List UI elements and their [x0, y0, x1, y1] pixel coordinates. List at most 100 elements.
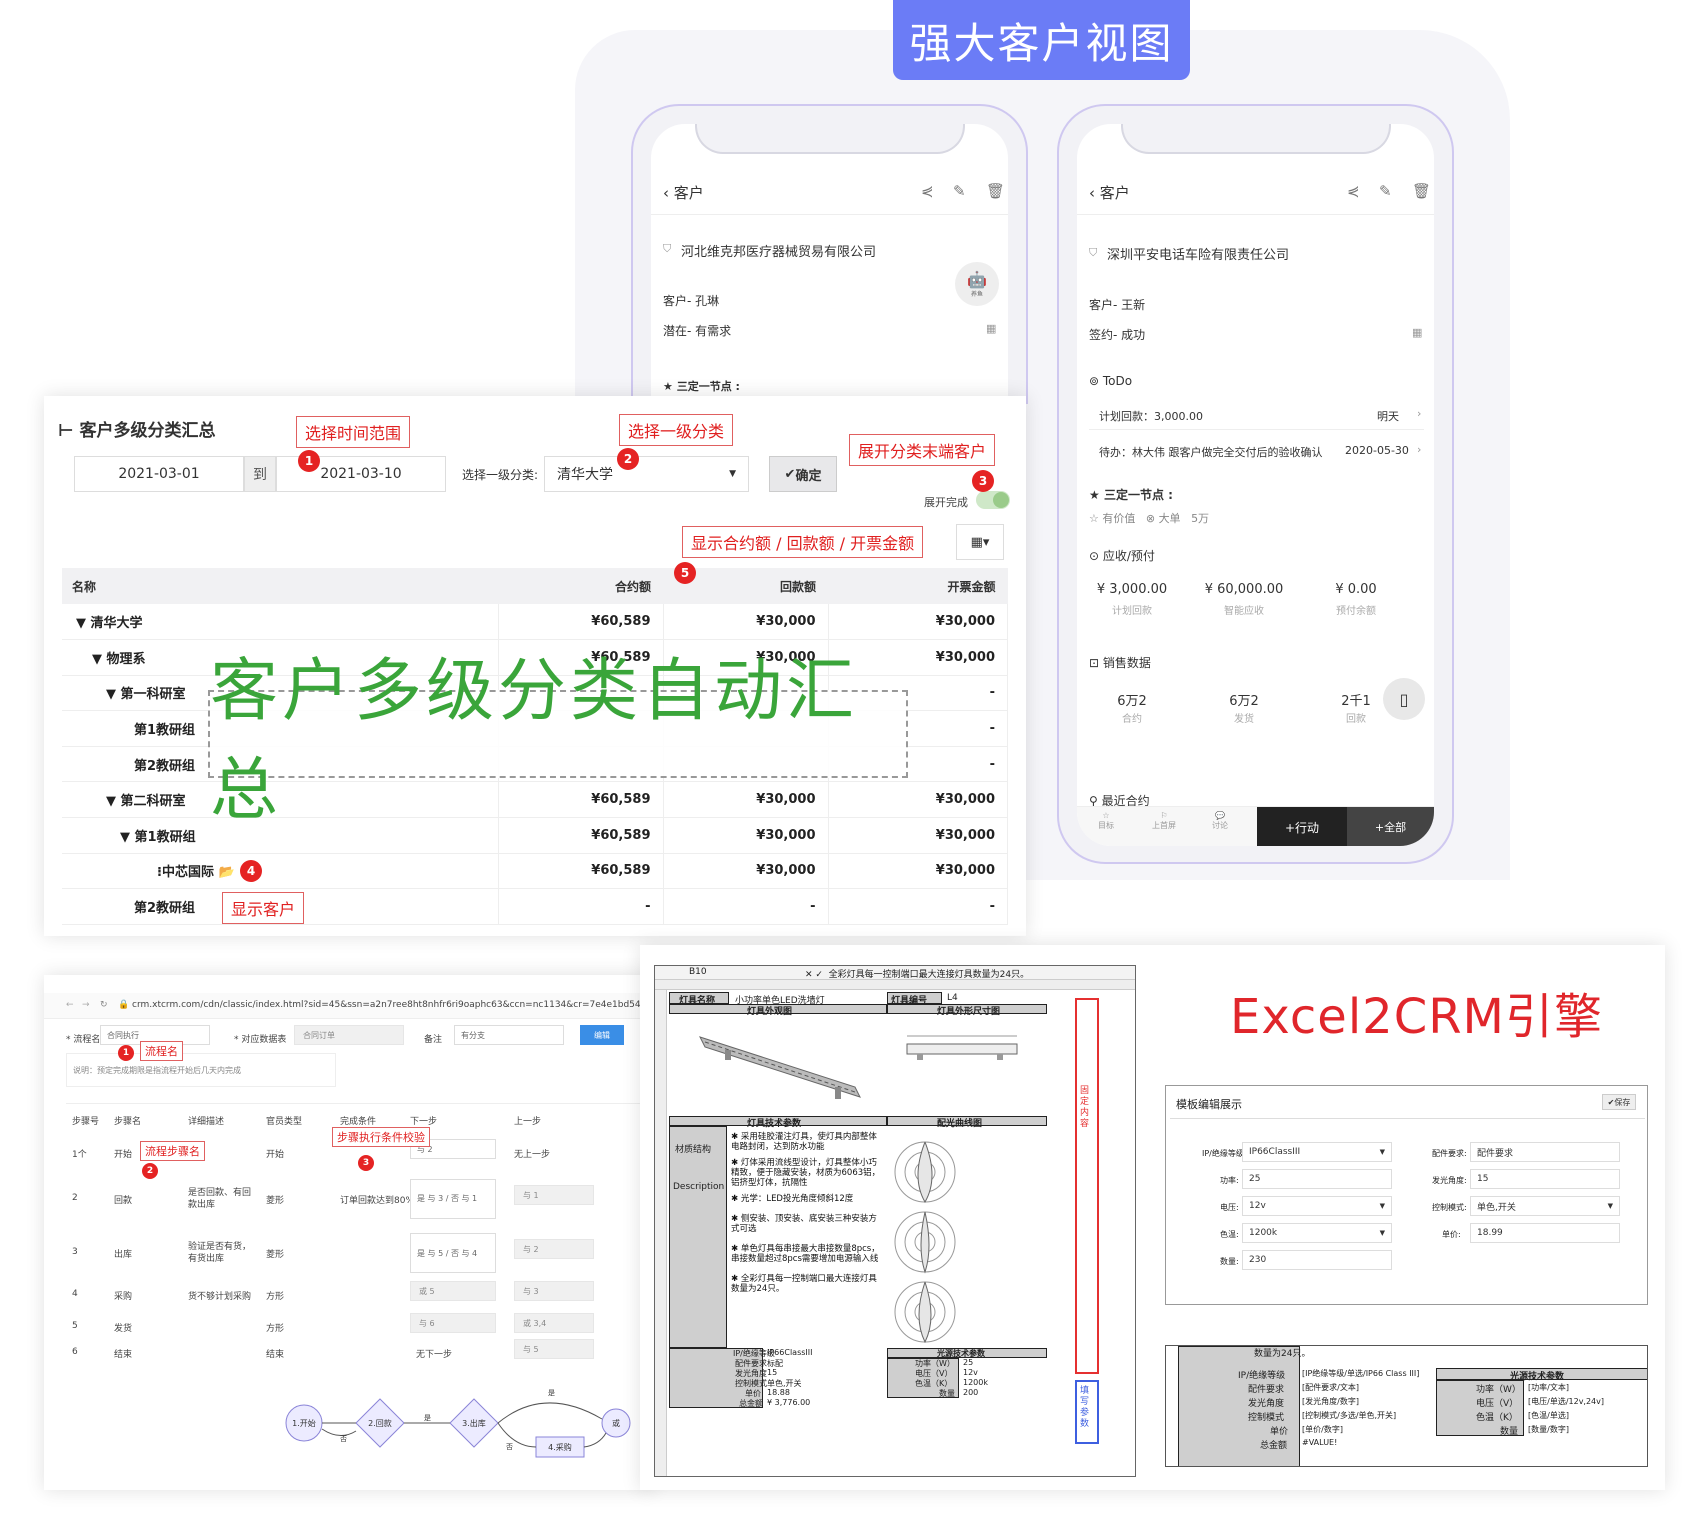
form-label: 色温:	[1220, 1230, 1239, 1239]
ip-select[interactable]: IP66ClassIII ▼	[1242, 1142, 1392, 1162]
confirm-button[interactable]: ✔ 确定	[769, 456, 837, 492]
back-button[interactable]: ‹ 客户	[663, 182, 704, 203]
category-select[interactable]: 清华大学 ▼	[544, 456, 749, 492]
prev-step-select[interactable]: 与 2	[514, 1239, 594, 1259]
callout-time-range: 选择时间范围	[296, 416, 411, 448]
callout-number: 2	[617, 448, 639, 470]
next-step-select[interactable]: 与 6	[410, 1313, 496, 1333]
workflow-panel: ← → ↻ 🔒 crm.xtcrm.com/cdn/classic/index.…	[44, 975, 654, 1490]
stat-value: 6万2	[1229, 694, 1259, 709]
column-header: 开票金额	[828, 568, 1008, 604]
dimension-drawing	[906, 1035, 1018, 1060]
step-name: 回款	[114, 1196, 133, 1206]
sheet-key: 电压（V）	[1476, 1399, 1519, 1409]
forward-arrow-icon[interactable]: →	[82, 1000, 90, 1010]
step-type: 菱形	[266, 1250, 285, 1260]
todo-title: ⊚ ToDo	[1089, 374, 1133, 388]
sheet-value: #VALUE!	[1302, 1438, 1338, 1447]
grid-icon[interactable]: ▦	[1412, 326, 1422, 339]
date-from-input[interactable]: 2021-03-01	[74, 456, 244, 492]
step-type: 菱形	[266, 1196, 285, 1206]
edit-icon[interactable]: ✎	[1379, 182, 1392, 200]
prev-step-select[interactable]: 与 3	[514, 1281, 594, 1301]
prev-step-select[interactable]: 或 3,4	[514, 1313, 594, 1333]
param-value: 1200k	[963, 1378, 988, 1387]
template-sheet: 数量为24只。 光源技术参数 IP/绝缘等级 [IP绝缘等级/单选/IP66 C…	[1165, 1345, 1648, 1467]
folder-icon[interactable]: 📂	[219, 865, 235, 880]
tab-discuss[interactable]: 💬 讨论	[1205, 811, 1235, 831]
table-select[interactable]: 合同订单	[294, 1025, 404, 1045]
tab-home[interactable]: ⚐ 上首屏	[1147, 811, 1181, 831]
back-button[interactable]: ‹ 客户	[1089, 182, 1130, 203]
phone-notch	[694, 124, 965, 154]
share-icon[interactable]: ⋞	[921, 182, 934, 200]
trash-icon[interactable]: 🗑	[986, 182, 1005, 200]
share-icon[interactable]: ⋞	[1347, 182, 1360, 200]
phone-right: ‹ 客户 ⋞ ✎ 🗑 ⛉ 深圳平安电话车险有限责任公司 客户- 王新 签约- 成…	[1057, 104, 1454, 864]
prev-step-select[interactable]: 与 5	[514, 1339, 594, 1359]
todo-item[interactable]: 计划回款：3,000.00	[1099, 408, 1203, 424]
table-row[interactable]: 第2教研组 - - -	[62, 888, 1008, 925]
angle-input[interactable]: 15	[1470, 1169, 1620, 1189]
columns-menu-button[interactable]: ▦▾	[956, 524, 1004, 560]
panel-title: ⊢ 客户多级分类汇总	[58, 421, 216, 441]
category-label: 选择一级分类:	[462, 468, 539, 482]
column-header: 步骤号	[72, 1117, 100, 1127]
tab-goal[interactable]: ☆ 目标	[1091, 811, 1121, 831]
callout-flow-name: 流程名	[140, 1041, 183, 1061]
callout-number: 1	[118, 1045, 134, 1061]
voltage-select[interactable]: 12v ▼	[1242, 1196, 1392, 1216]
column-header: 上一步	[514, 1117, 542, 1127]
sheet-key: IP/绝缘等级	[1238, 1371, 1286, 1381]
form-label: 电压:	[1220, 1203, 1239, 1212]
expand-toggle[interactable]	[976, 491, 1010, 509]
trash-icon[interactable]: 🗑	[1412, 182, 1431, 200]
price-input[interactable]: 18.99	[1470, 1223, 1620, 1243]
control-mode-select[interactable]: 单色,开关 ▼	[1470, 1196, 1620, 1216]
step-no: 6	[72, 1347, 78, 1357]
form-label: 配件要求:	[1432, 1149, 1467, 1158]
accessory-input[interactable]: 配件要求	[1470, 1142, 1620, 1162]
bullet-list: ✱ 采用硅胶灌注灯具，使灯具内部整体电路封闭，达到防水功能 ✱ 灯体采用流线型设…	[731, 1132, 881, 1294]
prev-step-select[interactable]: 与 1	[514, 1185, 594, 1205]
param-value: IP66ClassIII	[767, 1348, 813, 1357]
sheet-key: 发光角度	[1248, 1399, 1285, 1409]
stat-value: ¥ 60,000.00	[1204, 582, 1284, 597]
sheet-value: [发光角度/数字]	[1302, 1397, 1359, 1406]
save-button[interactable]: ✔ 保存	[1602, 1094, 1636, 1110]
power-input[interactable]: 25	[1242, 1169, 1392, 1189]
edit-button[interactable]: 编辑	[580, 1025, 624, 1045]
column-header: 下一步	[410, 1117, 438, 1127]
dimension-title: 灯具外形尺寸图	[937, 1007, 1001, 1017]
formula-text: ✕ ✓ 全彩灯具每一控制端口最大连接灯具数量为24只。	[805, 970, 1030, 980]
next-step-select[interactable]: 或 5	[410, 1281, 496, 1301]
table-row[interactable]: ⁝中芯国际 📂 ¥60,589 ¥30,000 ¥30,000	[62, 853, 1008, 890]
form-label: IP/绝缘等级:	[1202, 1149, 1247, 1158]
todo-item[interactable]: 待办：林大伟 跟客户做完全交付后的验收确认	[1099, 444, 1323, 460]
color-temp-select[interactable]: 1200k ▼	[1242, 1223, 1392, 1243]
grid-icon[interactable]: ▦	[986, 322, 996, 335]
step-no: 2	[72, 1193, 78, 1203]
form-label: 控制模式:	[1432, 1203, 1467, 1212]
back-arrow-icon[interactable]: ←	[66, 1000, 74, 1010]
flow-node-label: 1.开始	[292, 1418, 316, 1428]
all-button[interactable]: +全部	[1347, 807, 1434, 846]
next-step-select[interactable]: 是 与 3 / 否 与 1	[410, 1179, 496, 1219]
todo-date: 明天	[1377, 410, 1399, 423]
sheet-key: 配件要求	[1248, 1385, 1285, 1395]
quantity-input[interactable]: 230	[1242, 1250, 1392, 1270]
reload-icon[interactable]: ↻	[100, 1000, 108, 1010]
edit-icon[interactable]: ✎	[953, 182, 966, 200]
next-step-select[interactable]: 是 与 5 / 否 与 4	[410, 1233, 496, 1273]
sheet-key: 总金额	[1260, 1441, 1288, 1451]
phone-notch	[1120, 124, 1391, 154]
remark-input[interactable]: 有分支	[454, 1025, 564, 1045]
phone-float-button[interactable]: ▯	[1383, 678, 1425, 720]
avatar[interactable]: 🤖 养鱼	[955, 262, 999, 306]
action-button[interactable]: +行动	[1257, 807, 1347, 846]
sheet-key: 功率（W）	[1476, 1385, 1521, 1395]
stat-label: 发货	[1234, 714, 1254, 725]
url-bar[interactable]: crm.xtcrm.com/cdn/classic/index.html?sid…	[132, 1000, 646, 1010]
flow-node-label: 2.回款	[368, 1418, 392, 1428]
fixed-content-label: 固定内容	[1080, 1086, 1090, 1129]
